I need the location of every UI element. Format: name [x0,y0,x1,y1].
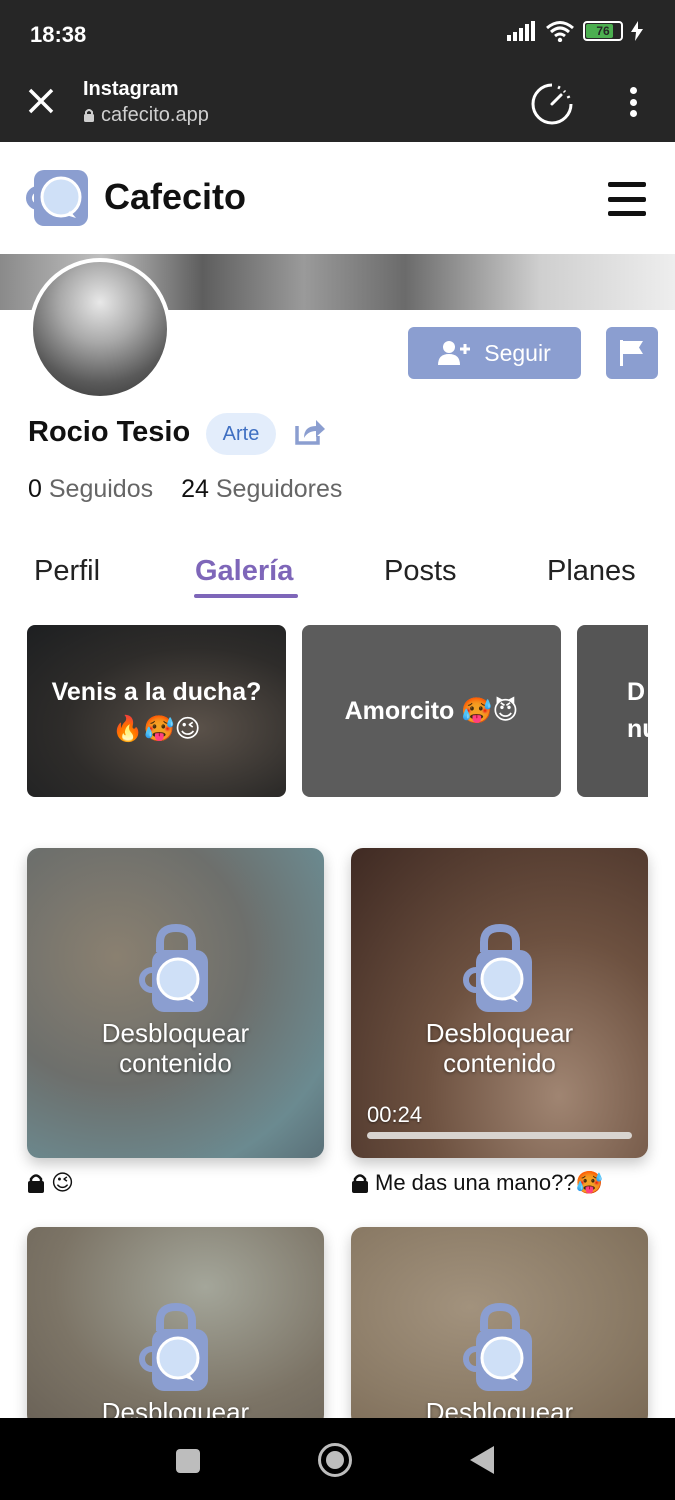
status-time: 18:38 [30,22,87,47]
album-title: Venis a la ducha?🔥🥵😉 [51,678,262,743]
caption-text: Me das una mano??🥵 [375,1170,603,1195]
tab-planes[interactable]: Planes [547,555,636,588]
locked-content-icon [462,1303,532,1391]
home-icon[interactable] [318,1443,352,1477]
close-icon[interactable] [26,86,58,118]
brand-name[interactable]: Cafecito [104,176,246,218]
battery-level: 76 [596,24,610,38]
album-title: D nu [627,678,648,743]
back-icon[interactable] [470,1446,494,1474]
unlock-content-label[interactable]: Desbloquear contenido [351,1018,648,1078]
recent-apps-icon[interactable] [176,1449,200,1473]
browser-url-text: cafecito.app [101,104,209,126]
following-count: 0 [28,475,42,503]
hamburger-menu-icon[interactable] [608,182,646,216]
battery-icon: 76 [583,21,623,41]
in-app-browser-bar: Instagram cafecito.app [0,70,675,142]
lock-icon [352,1174,368,1193]
followers-count: 24 [181,475,209,503]
status-icons: 76 [507,20,643,42]
video-progress-bar[interactable] [367,1132,632,1139]
wifi-icon [546,21,574,42]
unlock-line-1: Desbloquear [101,1018,250,1048]
album-carousel[interactable]: Venis a la ducha?🔥🥵😉 Amorcito 🥵😈 D nu [27,625,648,798]
active-tab-indicator [194,594,298,598]
tab-galeria[interactable]: Galería [195,555,293,588]
tab-perfil[interactable]: Perfil [34,555,100,588]
speed-gauge-icon[interactable] [530,82,574,126]
charging-icon [631,21,643,41]
browser-title: Instagram [83,78,179,100]
signal-icon [507,21,535,41]
status-bar: 18:38 76 [0,0,675,70]
gallery-item[interactable]: Desbloquear contenido [27,848,324,1158]
following-stat[interactable]: 0 Seguidos [28,475,153,504]
category-badge[interactable]: Arte [206,413,276,455]
gallery-item[interactable]: Desbloquear [27,1227,324,1427]
unlock-line-1: Desbloquear [425,1018,574,1048]
browser-url: cafecito.app [83,104,209,127]
follow-label: Seguir [484,339,551,366]
gallery-item[interactable]: Desbloquear contenido 00:24 [351,848,648,1158]
app-header: Cafecito [0,142,675,254]
report-button[interactable] [606,327,658,379]
avatar[interactable] [29,258,171,400]
flag-icon [620,340,643,366]
locked-content-icon [138,1303,208,1391]
add-user-icon [438,341,471,365]
lock-icon [28,1174,44,1193]
gallery-item[interactable]: Desbloquear [351,1227,648,1427]
share-icon[interactable] [294,418,326,446]
unlock-line-2: contenido [443,1048,556,1078]
album-card[interactable]: D nu [577,625,648,797]
cafecito-logo-icon[interactable] [26,170,90,226]
unlock-content-label[interactable]: Desbloquear contenido [27,1018,324,1078]
album-card[interactable]: Venis a la ducha?🔥🥵😉 [27,625,286,797]
more-options-icon[interactable] [620,84,646,120]
album-title: Amorcito 🥵😈 [344,696,519,725]
profile-name: Rocio Tesio [28,416,191,448]
unlock-line-2: contenido [119,1048,232,1078]
locked-content-icon [138,924,208,1012]
followers-stat[interactable]: 24 Seguidores [181,475,342,504]
item-caption: 😉 [27,1170,74,1196]
locked-content-icon [462,924,532,1012]
tab-posts[interactable]: Posts [384,555,457,588]
caption-text: 😉 [51,1170,74,1195]
album-card[interactable]: Amorcito 🥵😈 [302,625,561,797]
item-caption: Me das una mano??🥵 [351,1170,603,1196]
following-label: Seguidos [48,475,154,503]
follow-button[interactable]: Seguir [408,327,581,379]
lock-icon [84,109,94,122]
profile-stats: 0 Seguidos 24 Seguidores [28,475,342,504]
followers-label: Seguidores [215,475,343,503]
video-duration: 00:24 [367,1102,423,1127]
